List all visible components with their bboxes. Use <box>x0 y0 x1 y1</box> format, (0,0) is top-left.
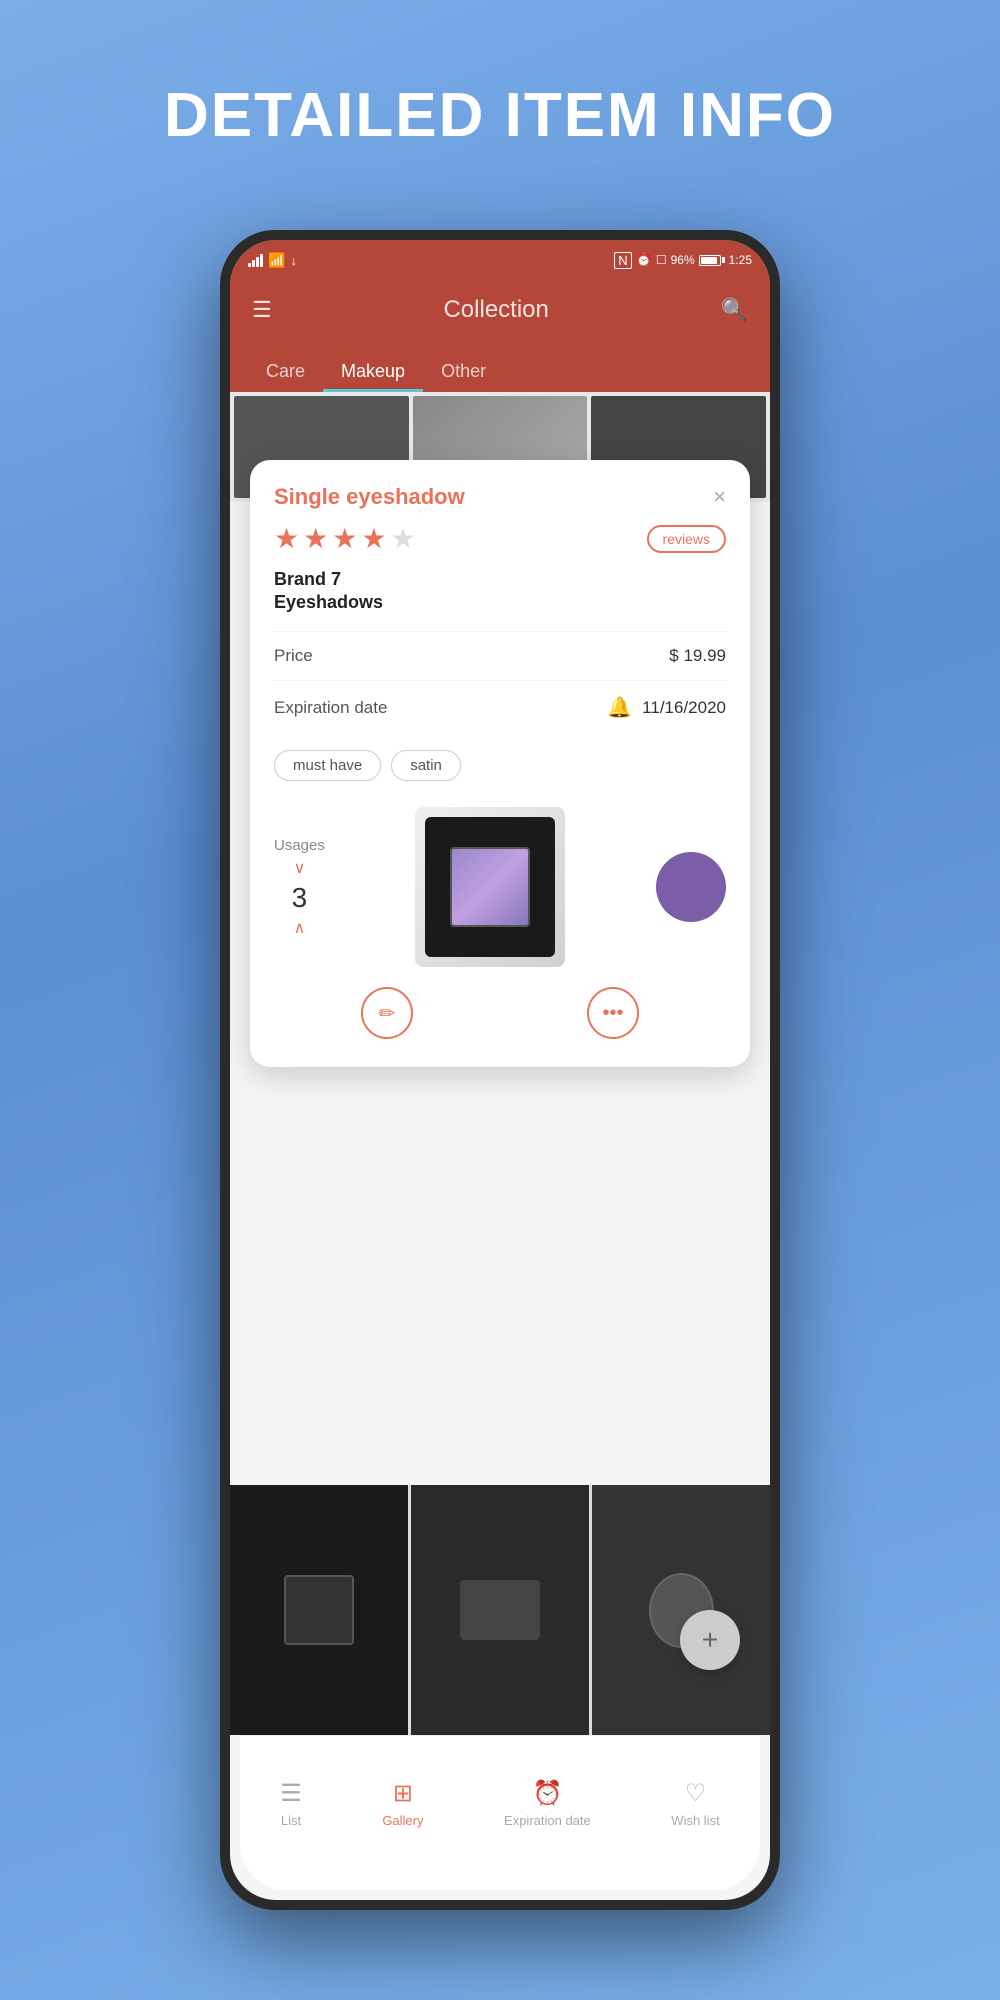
wifi-icon: 📶 <box>268 252 285 269</box>
battery-tip <box>722 257 725 263</box>
gallery-cell-1[interactable] <box>230 1485 408 1735</box>
bar1 <box>248 263 251 267</box>
battery-percentage: 96% <box>671 253 695 267</box>
gallery-cell-2-inner <box>411 1485 589 1735</box>
download-icon: ↓ <box>290 253 297 268</box>
expiration-row: Expiration date 🔔 11/16/2020 <box>274 680 726 734</box>
gallery-cell-2[interactable] <box>411 1485 589 1735</box>
star-2: ★ <box>303 522 328 555</box>
star-4: ★ <box>361 522 386 555</box>
more-icon: ••• <box>602 1002 623 1025</box>
wishlist-nav-icon: ♡ <box>685 1779 707 1808</box>
bar3 <box>256 257 259 267</box>
category-name: Eyeshadows <box>274 592 726 613</box>
modal-close-button[interactable]: × <box>713 486 726 508</box>
tag-satin: satin <box>391 750 461 781</box>
rating-row: ★ ★ ★ ★ ★ reviews <box>274 522 726 555</box>
modal-title: Single eyeshadow <box>274 484 465 510</box>
time-display: 1:25 <box>729 253 752 267</box>
phone-frame: 📶 ↓ N ⏰ ☐ 96% 1:25 ☰ Collection <box>220 230 780 1910</box>
search-button[interactable]: 🔍 <box>721 297 748 323</box>
usages-label: Usages <box>274 837 325 854</box>
tags-row: must have satin <box>274 734 726 791</box>
modal-actions: ✏ ••• <box>274 987 726 1039</box>
gallery-cell-1-inner <box>230 1485 408 1735</box>
tabs-bar: Care Makeup Other <box>230 340 770 392</box>
gallery-nav-label: Gallery <box>382 1813 423 1828</box>
signal-bars <box>248 253 263 267</box>
fab-icon: + <box>702 1624 718 1656</box>
bar4 <box>260 254 263 267</box>
star-5: ★ <box>390 522 415 555</box>
gallery-cell-3[interactable] <box>592 1485 770 1735</box>
brand-name: Brand 7 <box>274 569 726 590</box>
bottom-nav: ☰ List ⊞ Gallery ⏰ Expiration date ♡ Wis… <box>240 1735 760 1890</box>
product-image-inner <box>425 817 555 957</box>
battery-fill <box>701 257 717 264</box>
usage-control: Usages ∨ 3 ∧ <box>274 837 325 938</box>
app-title: Collection <box>443 296 548 324</box>
expiration-label: Expiration date <box>274 698 387 718</box>
usage-image-row: Usages ∨ 3 ∧ <box>274 807 726 967</box>
gallery-nav-icon: ⊞ <box>393 1779 413 1808</box>
menu-button[interactable]: ☰ <box>252 297 272 323</box>
product-image <box>415 807 565 967</box>
increase-usage-button[interactable]: ∧ <box>294 918 306 938</box>
page-title: DETAILED ITEM INFO <box>0 0 1000 191</box>
nav-list[interactable]: ☰ List <box>280 1779 302 1828</box>
product-thumb-1 <box>284 1575 354 1645</box>
eyeshadow-pan <box>450 847 530 927</box>
status-bar: 📶 ↓ N ⏰ ☐ 96% 1:25 <box>230 240 770 280</box>
modal-header: Single eyeshadow × <box>274 484 726 510</box>
product-thumb-2 <box>460 1580 540 1640</box>
nav-expiration[interactable]: ⏰ Expiration date <box>504 1779 591 1828</box>
tab-care[interactable]: Care <box>248 351 323 392</box>
color-swatch <box>656 852 726 922</box>
edit-icon: ✏ <box>379 1001 396 1026</box>
bar2 <box>252 260 255 267</box>
star-3: ★ <box>332 522 357 555</box>
nav-wishlist[interactable]: ♡ Wish list <box>671 1779 719 1828</box>
reviews-button[interactable]: reviews <box>647 525 726 553</box>
wishlist-nav-label: Wish list <box>671 1813 719 1828</box>
alarm-icon: ⏰ <box>636 252 652 268</box>
bell-icon[interactable]: 🔔 <box>607 695 632 720</box>
star-1: ★ <box>274 522 299 555</box>
gallery-cell-3-inner <box>592 1485 770 1735</box>
usage-number: 3 <box>292 882 308 914</box>
item-detail-modal: Single eyeshadow × ★ ★ ★ ★ ★ reviews Bra… <box>250 460 750 1067</box>
price-row: Price $ 19.99 <box>274 631 726 680</box>
tab-other[interactable]: Other <box>423 351 504 392</box>
nfc-indicator: N <box>614 252 631 269</box>
price-value: $ 19.99 <box>669 646 726 666</box>
expiration-nav-label: Expiration date <box>504 1813 591 1828</box>
fab-add-button[interactable]: + <box>680 1610 740 1670</box>
list-nav-icon: ☰ <box>280 1779 302 1808</box>
gallery-bottom <box>230 1485 770 1735</box>
more-options-button[interactable]: ••• <box>587 987 639 1039</box>
expiration-right: 🔔 11/16/2020 <box>607 695 726 720</box>
decrease-usage-button[interactable]: ∨ <box>294 858 306 878</box>
expiration-value: 11/16/2020 <box>642 698 726 718</box>
tab-makeup[interactable]: Makeup <box>323 351 423 392</box>
status-right: N ⏰ ☐ 96% 1:25 <box>614 252 752 269</box>
battery-icon <box>699 255 725 266</box>
nav-gallery[interactable]: ⊞ Gallery <box>382 1779 423 1828</box>
edit-button[interactable]: ✏ <box>361 987 413 1039</box>
list-nav-label: List <box>281 1813 301 1828</box>
price-label: Price <box>274 646 313 666</box>
sim-icon: ☐ <box>656 253 667 267</box>
status-left: 📶 ↓ <box>248 252 297 269</box>
phone-inner: 📶 ↓ N ⏰ ☐ 96% 1:25 ☰ Collection <box>230 240 770 1900</box>
battery-body <box>699 255 721 266</box>
app-bar: ☰ Collection 🔍 <box>230 280 770 340</box>
expiration-nav-icon: ⏰ <box>532 1779 562 1808</box>
tag-must-have: must have <box>274 750 381 781</box>
